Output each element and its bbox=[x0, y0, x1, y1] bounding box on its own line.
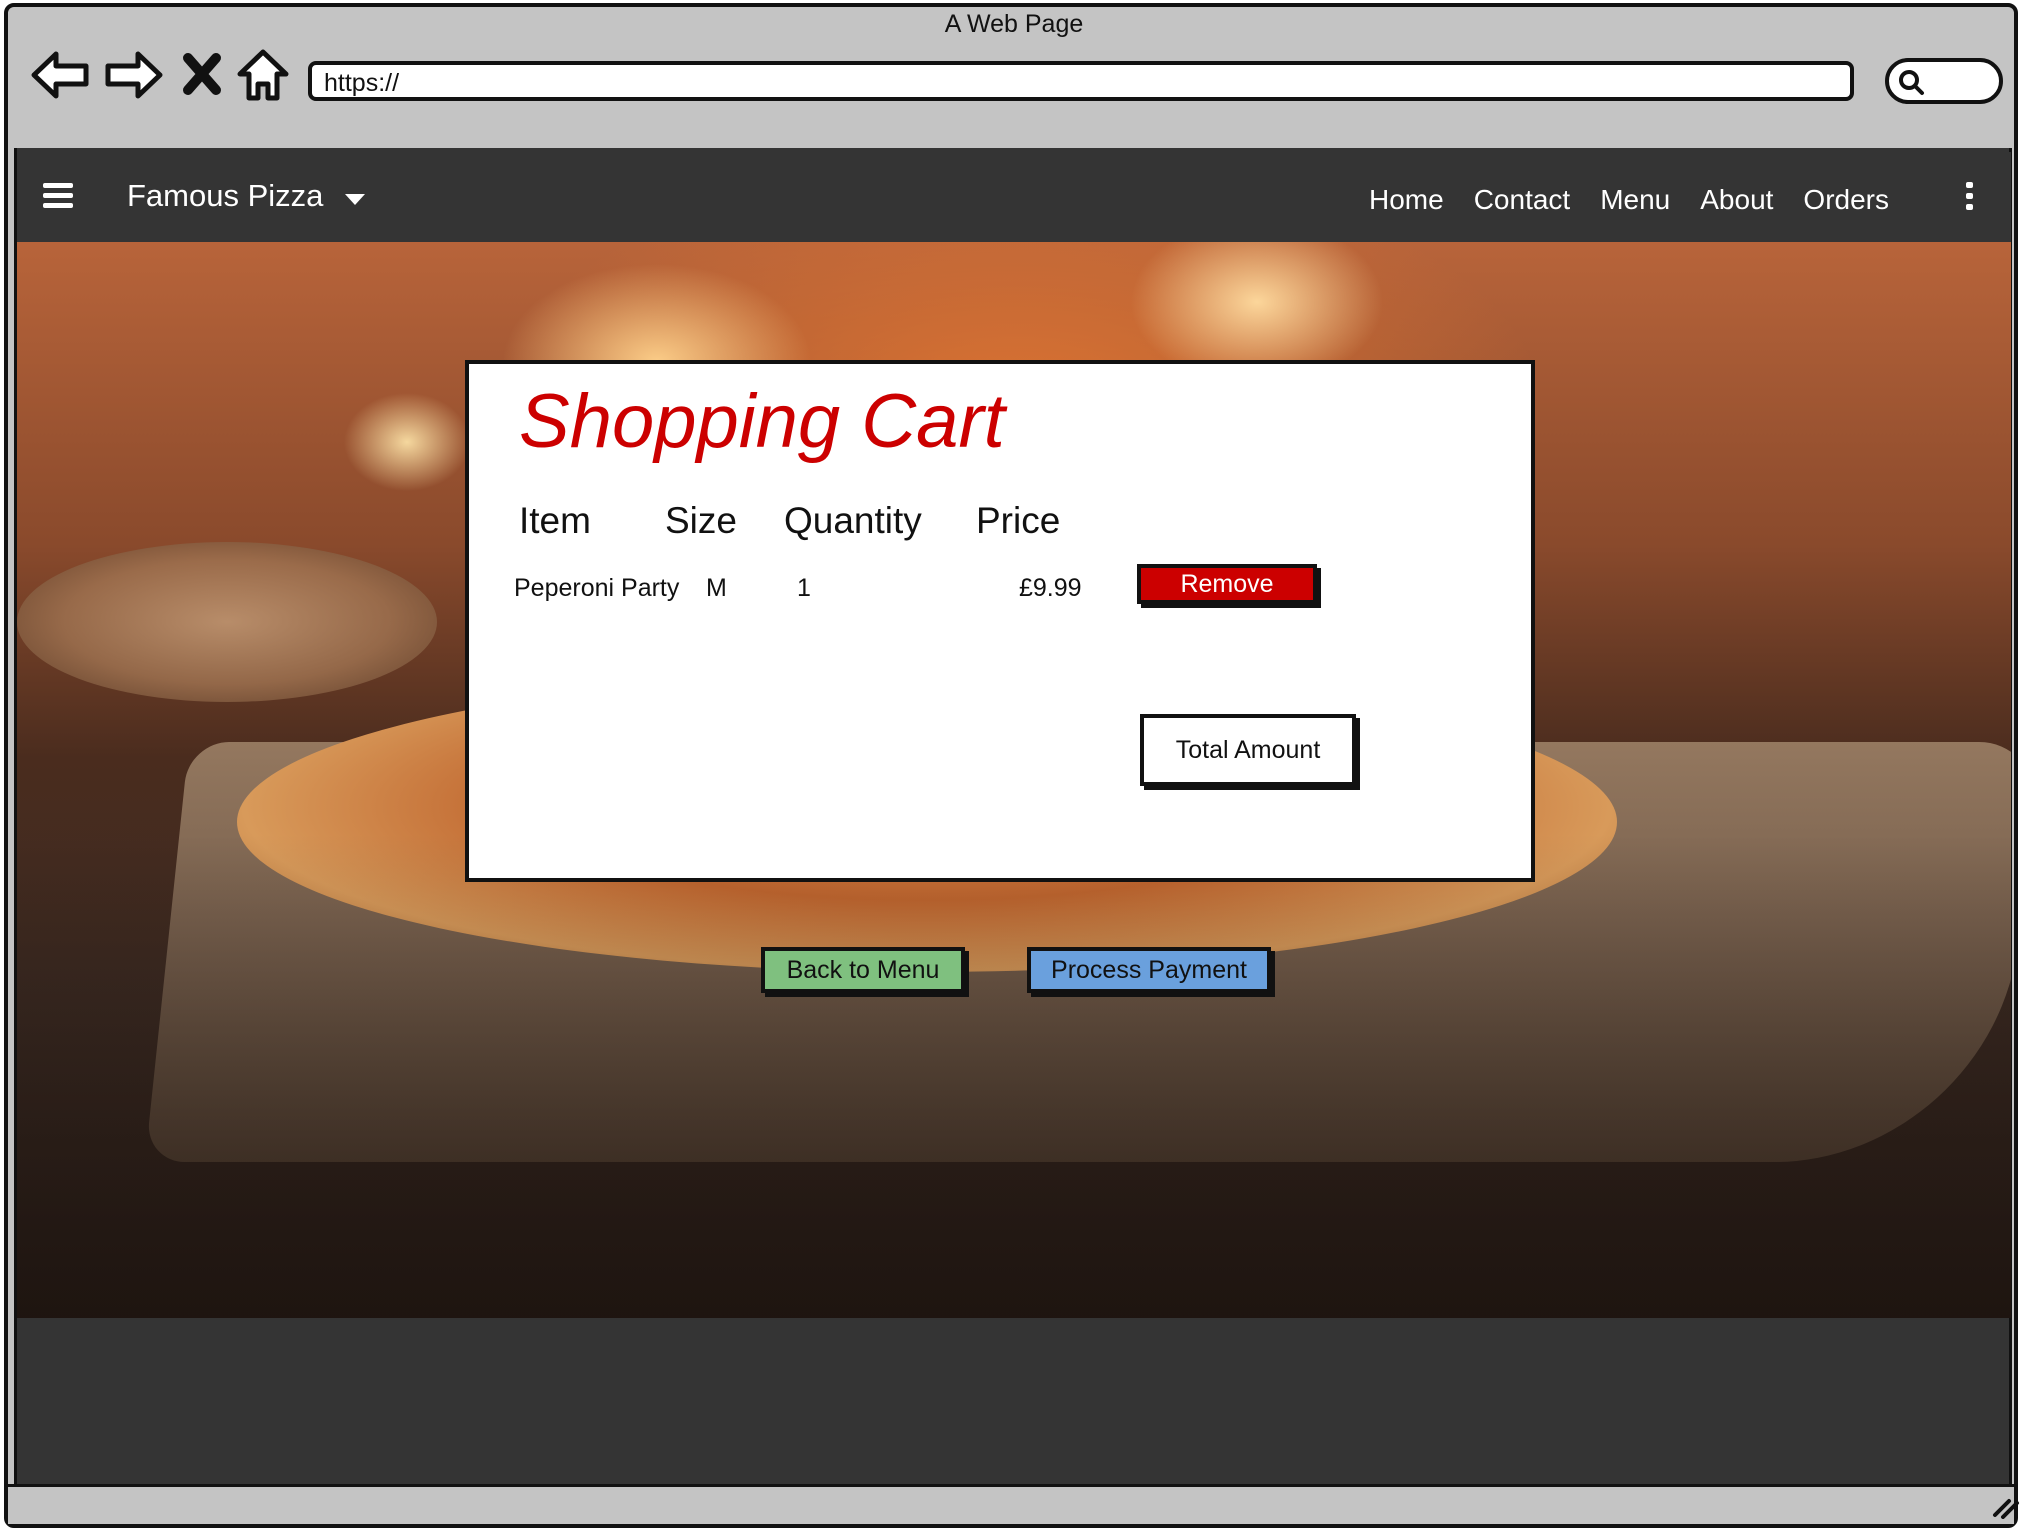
nav-link-home[interactable]: Home bbox=[1369, 184, 1444, 216]
close-x-icon[interactable] bbox=[172, 44, 232, 106]
forward-arrow-icon[interactable] bbox=[102, 44, 164, 106]
column-header-item: Item bbox=[519, 500, 591, 541]
nav-link-about[interactable]: About bbox=[1700, 184, 1773, 216]
chevron-down-icon[interactable] bbox=[345, 194, 365, 205]
cart-item-size: M bbox=[706, 574, 727, 602]
cart-item-name: Peperoni Party bbox=[514, 574, 680, 602]
nav-link-orders[interactable]: Orders bbox=[1803, 184, 1889, 216]
more-options-icon[interactable] bbox=[1966, 182, 1974, 210]
column-header-size: Size bbox=[665, 500, 737, 541]
window-title: A Web Page bbox=[944, 10, 1084, 38]
browser-search-field[interactable] bbox=[1885, 58, 2003, 104]
shopping-cart-panel: Shopping Cart Item Size Quantity Price P… bbox=[465, 360, 1535, 882]
page-title: Shopping Cart bbox=[519, 379, 1005, 464]
status-bar bbox=[8, 1484, 2019, 1524]
hamburger-menu-icon[interactable] bbox=[43, 183, 73, 209]
url-bar[interactable]: https:// bbox=[308, 61, 1854, 101]
brand-name[interactable]: Famous Pizza bbox=[127, 178, 323, 214]
nav-link-menu[interactable]: Menu bbox=[1600, 184, 1670, 216]
total-amount-box: Total Amount bbox=[1140, 714, 1356, 786]
remove-button[interactable]: Remove bbox=[1137, 564, 1317, 604]
search-icon bbox=[1899, 70, 1924, 95]
nav-link-contact[interactable]: Contact bbox=[1474, 184, 1571, 216]
cart-item-quantity: 1 bbox=[797, 574, 811, 602]
column-header-price: Price bbox=[976, 500, 1061, 541]
url-text: https:// bbox=[324, 69, 400, 97]
back-to-menu-button[interactable]: Back to Menu bbox=[761, 947, 965, 993]
site-navbar: Famous Pizza Home Contact Menu About Ord… bbox=[17, 152, 2011, 242]
nav-links: Home Contact Menu About Orders bbox=[1369, 184, 1889, 216]
process-payment-button[interactable]: Process Payment bbox=[1027, 947, 1271, 993]
back-arrow-icon[interactable] bbox=[30, 44, 92, 106]
column-header-quantity: Quantity bbox=[784, 500, 922, 541]
cart-item-price: £9.99 bbox=[1019, 574, 1082, 602]
resize-grip-icon[interactable] bbox=[1991, 1495, 2021, 1519]
home-icon[interactable] bbox=[232, 44, 294, 106]
